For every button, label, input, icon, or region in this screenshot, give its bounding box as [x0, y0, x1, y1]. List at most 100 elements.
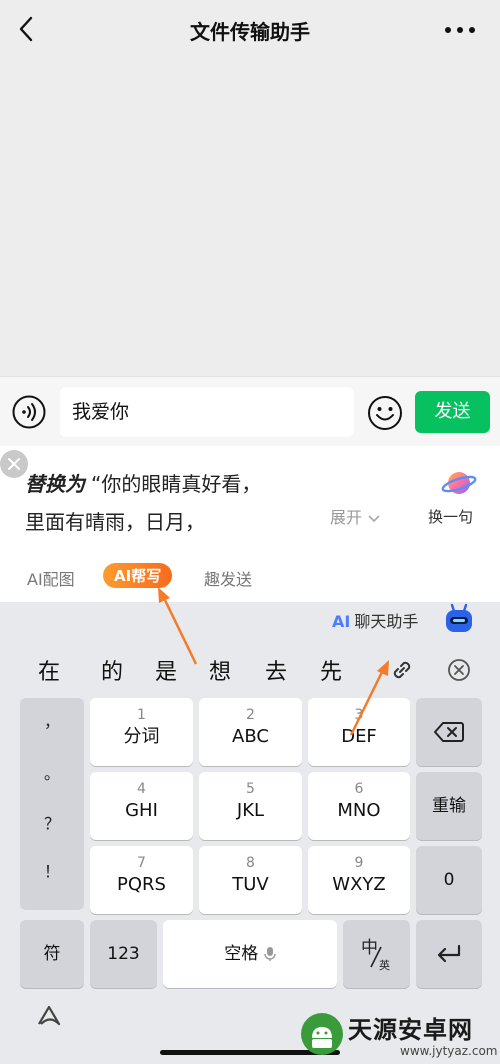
close-icon — [8, 458, 20, 470]
key-letters: PQRS — [117, 874, 166, 895]
expand-label: 展开 — [330, 508, 363, 527]
more-button[interactable] — [442, 16, 478, 44]
language-switch-key[interactable]: 中 英 — [343, 920, 410, 988]
voice-button[interactable] — [12, 395, 46, 429]
key-number: 6 — [354, 781, 364, 797]
back-button[interactable] — [12, 14, 42, 44]
key-letters: DEF — [341, 726, 377, 747]
key-3-def[interactable]: 3 DEF — [308, 698, 410, 766]
lang-zh-label: 中 — [361, 938, 378, 958]
input-bar: 我爱你 发送 — [0, 376, 500, 446]
key-number: 3 — [354, 707, 364, 723]
suggestion-line-2[interactable]: 里面有晴雨，日月， — [25, 506, 205, 535]
key-9-wxyz[interactable]: 9 WXYZ — [308, 846, 410, 914]
key-4-ghi[interactable]: 4 GHI — [90, 772, 193, 840]
more-horizontal-icon — [445, 27, 475, 33]
assistant-label: 聊天助手 — [354, 612, 419, 631]
key-zero-label: 0 — [443, 870, 455, 890]
android-logo-icon — [301, 1013, 343, 1055]
swype-icon — [38, 1005, 61, 1026]
clear-candidates-button[interactable] — [446, 657, 472, 683]
key-number: 9 — [354, 855, 364, 871]
key-number: 7 — [137, 855, 146, 871]
key-letters: ABC — [232, 726, 269, 747]
enter-key[interactable] — [416, 920, 482, 988]
punctuation-key[interactable]: ， — [20, 702, 84, 750]
key-number: 1 — [137, 707, 146, 723]
emoji-button[interactable] — [367, 395, 403, 431]
candidate-word[interactable]: 是 — [155, 654, 177, 686]
robot-assistant-button[interactable] — [444, 602, 474, 636]
punctuation-column: ， 。 ？ ！ — [20, 698, 84, 910]
key-1-segment[interactable]: 1 分词 — [90, 698, 193, 766]
key-6-mno[interactable]: 6 MNO — [308, 772, 410, 840]
close-suggestion-button[interactable] — [0, 450, 28, 478]
key-number: 5 — [246, 781, 255, 797]
candidate-word[interactable]: 去 — [265, 654, 287, 686]
suggestion-text-1: “你的眼睛真好看， — [91, 472, 262, 496]
chat-message-area — [0, 62, 500, 376]
candidate-bar: 在 的 是 想 去 先 — [0, 644, 500, 696]
candidate-word[interactable]: 先 — [320, 654, 342, 686]
ai-mark: AI — [332, 612, 351, 631]
number-mode-label: 123 — [107, 944, 140, 964]
punctuation-key[interactable]: ？ — [20, 804, 84, 852]
reinput-label: 重输 — [432, 796, 466, 816]
space-key-content: 空格 — [163, 920, 337, 988]
number-mode-key[interactable]: 123 — [90, 920, 157, 988]
backspace-key[interactable] — [416, 698, 482, 766]
lang-en-label: 英 — [379, 958, 390, 972]
key-letters: TUV — [232, 874, 269, 895]
candidate-word[interactable]: 想 — [209, 654, 231, 686]
link-icon — [393, 661, 411, 679]
keyboard: AI 聊天助手 在 的 是 想 去 先 ， 。 ？ ！ 1 分词 2 ABC 3… — [0, 602, 500, 1064]
message-input[interactable]: 我爱你 — [60, 387, 354, 437]
key-2-abc[interactable]: 2 ABC — [199, 698, 302, 766]
key-number: 4 — [137, 781, 146, 797]
key-letters: WXYZ — [332, 874, 386, 895]
punctuation-key[interactable]: ！ — [20, 852, 84, 900]
ai-chat-assistant-button[interactable]: AI 聊天助手 — [332, 608, 418, 632]
page-title: 文件传输助手 — [190, 20, 310, 44]
enter-icon — [437, 944, 461, 963]
suggestion-line-1[interactable]: 替换为 “你的眼睛真好看， — [25, 468, 261, 497]
keyboard-toolbar: AI 聊天助手 — [0, 602, 500, 642]
language-switch-icon: 中 英 — [361, 938, 390, 972]
key-7-pqrs[interactable]: 7 PQRS — [90, 846, 193, 914]
key-8-tuv[interactable]: 8 TUV — [199, 846, 302, 914]
chevron-down-icon — [368, 514, 380, 522]
key-5-jkl[interactable]: 5 JKL — [199, 772, 302, 840]
planet-icon — [441, 472, 477, 494]
watermark-url: www.jytyaz.com — [400, 1044, 498, 1058]
swap-sentence-button[interactable] — [440, 466, 478, 500]
space-key[interactable]: 空格 — [163, 920, 337, 988]
symbol-label: 符 — [43, 944, 61, 964]
tab-ai-picture[interactable]: AI配图 — [27, 566, 75, 590]
circle-x-icon — [448, 659, 470, 681]
candidate-word[interactable]: 在 — [38, 654, 60, 686]
backspace-icon — [434, 722, 464, 742]
tab-fun-send[interactable]: 趣发送 — [204, 566, 252, 590]
key-letters: MNO — [337, 800, 381, 821]
tab-ai-write[interactable]: AI帮写 — [103, 563, 173, 588]
key-number: 2 — [246, 707, 255, 723]
replace-label: 替换为 — [25, 472, 85, 496]
key-letters: JKL — [236, 800, 265, 821]
candidate-word[interactable]: 的 — [101, 654, 123, 686]
swype-button[interactable] — [35, 1002, 65, 1030]
watermark: 天源安卓网 www.jytyaz.com — [300, 1010, 500, 1060]
key-0[interactable]: 0 — [416, 846, 482, 914]
link-button[interactable] — [389, 657, 415, 683]
microphone-icon — [264, 947, 276, 961]
key-letters: 分词 — [123, 726, 160, 747]
space-label: 空格 — [224, 944, 259, 964]
symbol-key[interactable]: 符 — [20, 920, 84, 988]
send-button[interactable]: 发送 — [415, 391, 490, 433]
key-letters: GHI — [125, 800, 158, 821]
swap-sentence-label[interactable]: 换一句 — [428, 506, 473, 527]
emoji-icon — [368, 396, 402, 430]
reinput-key[interactable]: 重输 — [416, 772, 482, 840]
expand-button[interactable]: 展开 — [330, 504, 381, 528]
chevron-left-icon — [19, 16, 33, 42]
punctuation-key[interactable]: 。 — [20, 754, 84, 802]
